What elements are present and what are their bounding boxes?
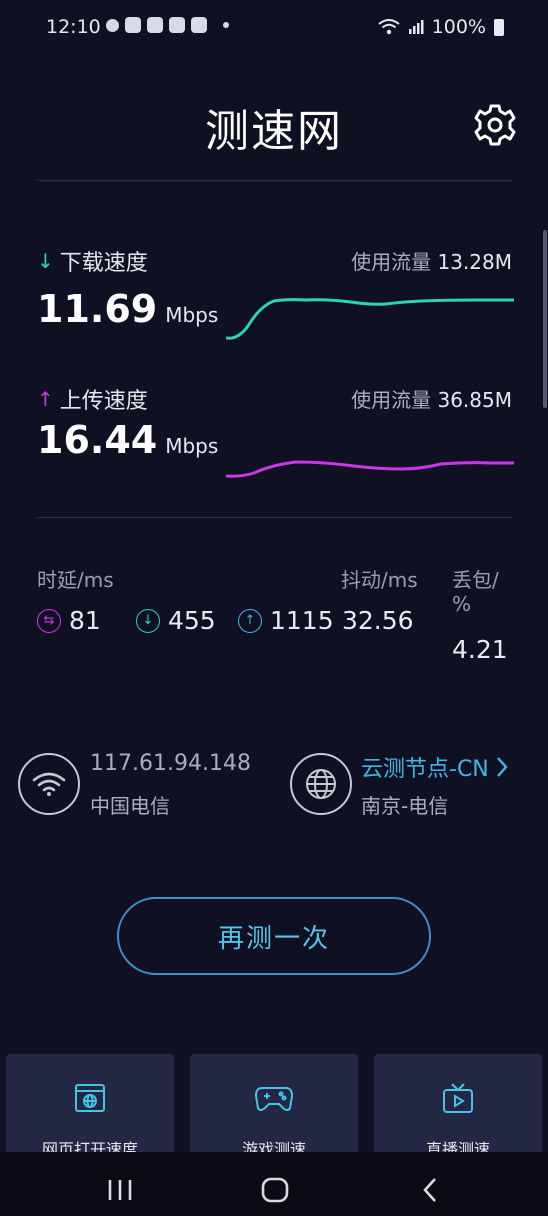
latency-upload: ↑ 1115 (238, 606, 334, 635)
globe-icon (306, 769, 336, 799)
speed-divider (37, 517, 512, 518)
card-game-speed[interactable]: 游戏测速 (190, 1054, 358, 1164)
download-label: ↓ 下载速度 (37, 245, 148, 277)
loss-value: 4.21 (452, 635, 508, 664)
recent-apps-icon[interactable] (106, 1178, 134, 1202)
retest-button[interactable]: 再测一次 (117, 897, 431, 975)
server-location: 南京-电信 (361, 794, 449, 818)
download-usage: 使用流量 13.28M (351, 246, 512, 275)
upload-usage: 使用流量 36.85M (351, 384, 512, 413)
gear-icon (474, 104, 516, 146)
chevron-right-icon (496, 757, 508, 777)
browser-icon (75, 1084, 105, 1112)
status-right: 100% (378, 16, 504, 38)
jitter-label: 抖动/ms (341, 568, 418, 592)
tv-icon (443, 1083, 473, 1113)
globe-info-icon (290, 753, 352, 815)
signal-icon (408, 20, 424, 34)
latency-idle: ⇆ 81 (37, 606, 101, 635)
jitter-value: 32.56 (342, 606, 414, 635)
download-speed: 11.69 Mbps (37, 287, 218, 331)
back-icon[interactable] (420, 1176, 440, 1204)
upload-usage-value: 36.85M (437, 388, 512, 412)
download-usage-label: 使用流量 (351, 250, 432, 274)
latency-label: 时延/ms (37, 568, 114, 592)
upload-label: ↑ 上传速度 (37, 383, 148, 415)
upload-speed-unit: Mbps (165, 434, 219, 458)
idle-latency-icon: ⇆ (37, 608, 61, 633)
download-speed-value: 11.69 (37, 287, 158, 331)
header-divider (37, 180, 512, 181)
settings-button[interactable] (470, 100, 520, 150)
download-speed-graph (226, 298, 514, 340)
app-notification-icon (169, 17, 185, 33)
wifi-info-icon (18, 753, 80, 815)
upload-usage-label: 使用流量 (351, 388, 432, 412)
upload-latency-icon: ↑ (238, 608, 262, 633)
gamepad-icon (254, 1087, 294, 1111)
wifi-status-icon (378, 19, 400, 35)
latency-download: ↓ 455 (136, 606, 216, 635)
latency-upload-value: 1115 (270, 606, 334, 635)
loss-label: 丢包/ (452, 568, 499, 592)
download-latency-icon: ↓ (136, 608, 160, 633)
latency-idle-value: 81 (69, 606, 101, 635)
battery-icon (494, 18, 504, 36)
ip-address: 117.61.94.148 (90, 751, 251, 776)
notification-icons (106, 17, 229, 33)
wechat-notification-icon (125, 17, 141, 33)
upload-speed-graph (226, 460, 514, 478)
download-label-text: 下载速度 (59, 251, 148, 276)
isp-name: 中国电信 (90, 794, 170, 818)
more-notifications-dot-icon (223, 22, 229, 28)
download-speed-unit: Mbps (165, 303, 219, 327)
card-live-speed[interactable]: 直播测速 (374, 1054, 542, 1164)
scroll-indicator (543, 230, 547, 408)
upload-label-text: 上传速度 (59, 389, 148, 414)
app-notification-icon (147, 17, 163, 33)
home-icon[interactable] (260, 1176, 290, 1204)
app-title: 测速网 (205, 106, 343, 157)
status-time: 12:10 (46, 16, 101, 38)
latency-download-value: 455 (168, 606, 216, 635)
download-arrow-icon: ↓ (37, 249, 54, 273)
upload-speed: 16.44 Mbps (37, 418, 218, 462)
upload-arrow-icon: ↑ (37, 387, 54, 411)
battery-percent: 100% (431, 16, 486, 38)
wifi-icon (32, 772, 66, 796)
card-webpage-speed[interactable]: 网页打开速度 (6, 1054, 174, 1164)
system-nav-bar (0, 1152, 548, 1216)
settings-notification-icon (106, 18, 119, 32)
app-notification-icon (191, 17, 207, 33)
loss-label-unit: % (452, 592, 472, 616)
upload-speed-value: 16.44 (37, 418, 158, 462)
server-node-name: 云测节点-CN (361, 757, 489, 782)
download-usage-value: 13.28M (437, 250, 512, 274)
server-node-link[interactable]: 云测节点-CN (361, 751, 509, 783)
